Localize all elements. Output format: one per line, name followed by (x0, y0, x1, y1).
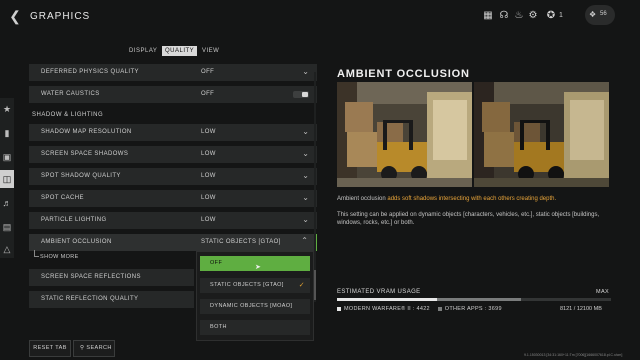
tab-view[interactable]: VIEW (199, 46, 222, 56)
setting-label: SPOT SHADOW QUALITY (41, 173, 121, 179)
vram-bar-other (437, 298, 521, 301)
setting-label: AMBIENT OCCLUSION (41, 239, 112, 245)
show-more-label: SHOW MORE (40, 254, 79, 260)
setting-screen-space-reflections[interactable]: SCREEN SPACE REFLECTIONS (29, 269, 194, 286)
chevron-down-icon: ⌄ (302, 171, 309, 180)
setting-value: STATIC OBJECTS [GTAO] (201, 239, 281, 245)
settings-icon[interactable]: ⚙ (527, 10, 539, 22)
setting-label: WATER CAUSTICS (41, 91, 100, 97)
chevron-down-icon: ⌄ (302, 127, 309, 136)
player-level: 56 (600, 11, 607, 17)
tab-display[interactable]: DISPLAY (126, 46, 160, 56)
mouse-cursor-icon: ➤ (255, 264, 261, 271)
setting-spot-shadow-quality[interactable]: SPOT SHADOW QUALITY LOW ⌄ (29, 168, 317, 185)
player-badge-icon: ❖ (589, 10, 597, 19)
setting-spot-cache[interactable]: SPOT CACHE LOW ⌄ (29, 190, 317, 207)
detail-title: AMBIENT OCCLUSION (337, 68, 470, 80)
vram-other-label: OTHER APPS : 3699 (444, 306, 502, 312)
show-more-link[interactable]: SHOW MORE (34, 250, 79, 260)
section-title: SHADOW & LIGHTING (32, 112, 104, 118)
vram-bar-mw (337, 298, 437, 301)
chevron-down-icon: ⌄ (302, 215, 309, 224)
chevron-down-icon: ⌄ (302, 193, 309, 202)
vram-label: ESTIMATED VRAM USAGE (337, 289, 421, 295)
setting-label: SHADOW MAP RESOLUTION (41, 129, 132, 135)
setting-water-caustics[interactable]: WATER CAUSTICS OFF (29, 86, 317, 103)
grid-icon[interactable]: ▦ (482, 10, 494, 22)
network-icon[interactable]: △ (0, 240, 14, 258)
option-label: STATIC OBJECTS [GTAO] (210, 282, 284, 288)
vram-total: 8121 / 12100 MB (560, 306, 602, 312)
vram-legend: MODERN WARFARE® II : 4422 OTHER APPS : 3… (337, 306, 502, 312)
setting-label: SCREEN SPACE SHADOWS (41, 151, 129, 157)
search-button[interactable]: ⚲ SEARCH (73, 340, 115, 357)
dropdown-option-both[interactable]: BOTH (200, 320, 310, 335)
vram-mw-label: MODERN WARFARE® II : 4422 (344, 306, 430, 312)
setting-value: LOW (201, 195, 216, 201)
graphics-icon[interactable]: ◫ (0, 170, 14, 188)
dropdown-option-static[interactable]: STATIC OBJECTS [GTAO] ✓ (200, 278, 310, 293)
back-arrow-icon[interactable]: ❮ (8, 9, 22, 23)
rank-number: 1 (559, 12, 563, 19)
detail-description: Ambient occlusion adds soft shadows inte… (337, 195, 607, 203)
preview-image-on (474, 82, 609, 187)
setting-deferred-physics[interactable]: DEFERRED PHYSICS QUALITY OFF ⌄ (29, 64, 317, 81)
toggle-switch[interactable] (293, 91, 309, 98)
option-label: DYNAMIC OBJECTS [MOAO] (210, 303, 293, 309)
star-icon[interactable]: ★ (0, 100, 14, 118)
search-icon: ⚲ (80, 345, 85, 351)
setting-static-reflection-quality[interactable]: STATIC REFLECTION QUALITY (29, 291, 194, 308)
tree-corner (34, 250, 39, 257)
notifications-icon[interactable]: ♨ (513, 10, 525, 22)
build-info: 9.1.15030013 [34:31:160+11:Tm [7006][166… (524, 353, 623, 357)
scrollbar-thumb[interactable] (314, 270, 316, 300)
vram-max-label: MAX (596, 289, 610, 295)
search-label: SEARCH (86, 345, 112, 351)
setting-value: LOW (201, 151, 216, 157)
setting-label: STATIC REFLECTION QUALITY (41, 296, 139, 302)
toggle-knob (302, 92, 308, 97)
dropdown-option-dynamic[interactable]: DYNAMIC OBJECTS [MOAO] (200, 299, 310, 314)
setting-value: LOW (201, 129, 216, 135)
desc-highlight: adds soft shadows intersecting with each… (387, 196, 557, 202)
legend-swatch-other (437, 306, 442, 311)
setting-ambient-occlusion[interactable]: AMBIENT OCCLUSION STATIC OBJECTS [GTAO] … (29, 234, 317, 251)
controller-icon[interactable]: ▮ (0, 124, 14, 142)
setting-screen-space-shadows[interactable]: SCREEN SPACE SHADOWS LOW ⌄ (29, 146, 317, 163)
scrollbar-track[interactable] (314, 72, 316, 302)
setting-value: LOW (201, 217, 216, 223)
setting-label: DEFERRED PHYSICS QUALITY (41, 69, 139, 75)
player-level-badge[interactable]: ❖ 56 (585, 5, 615, 25)
preview-image-off (337, 82, 472, 187)
page-title: GRAPHICS (30, 11, 91, 22)
chevron-down-icon: ⌄ (302, 67, 309, 76)
tab-quality[interactable]: QUALITY (162, 46, 198, 56)
gamepad-icon[interactable]: ▣ (0, 148, 14, 166)
option-label: OFF (210, 260, 223, 266)
setting-particle-lighting[interactable]: PARTICLE LIGHTING LOW ⌄ (29, 212, 317, 229)
audio-icon[interactable]: ♬ (0, 194, 14, 212)
setting-value: OFF (201, 69, 215, 75)
desc-text: Ambient occlusion (337, 196, 388, 202)
rank-badge-icon[interactable]: ✪ (545, 10, 557, 22)
legend-swatch-mw (337, 306, 341, 311)
checkmark-icon: ✓ (298, 282, 305, 289)
sidebar: ★ ▮ ▣ ◫ ♬ ▤ △ (0, 98, 14, 258)
setting-value: OFF (201, 91, 215, 97)
setting-value: LOW (201, 173, 216, 179)
top-bar (0, 0, 640, 34)
setting-label: SPOT CACHE (41, 195, 84, 201)
headset-icon[interactable]: ☊ (498, 10, 510, 22)
chevron-down-icon: ⌄ (302, 149, 309, 158)
reset-tab-button[interactable]: RESET TAB (29, 340, 71, 357)
setting-label: SCREEN SPACE REFLECTIONS (41, 274, 141, 280)
setting-shadow-map-resolution[interactable]: SHADOW MAP RESOLUTION LOW ⌄ (29, 124, 317, 141)
interface-icon[interactable]: ▤ (0, 218, 14, 236)
setting-label: PARTICLE LIGHTING (41, 217, 107, 223)
detail-description-2: This setting can be applied on dynamic o… (337, 212, 600, 226)
chevron-up-icon: ⌃ (301, 236, 308, 245)
option-label: BOTH (210, 324, 227, 330)
